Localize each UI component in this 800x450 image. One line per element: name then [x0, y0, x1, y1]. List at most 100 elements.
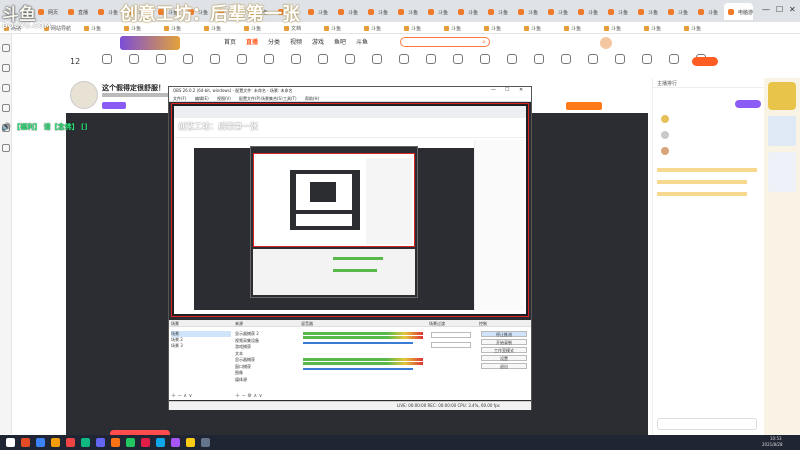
- avatar[interactable]: [600, 37, 612, 49]
- source-item[interactable]: 游戏捕获: [235, 344, 251, 350]
- rank-button[interactable]: [735, 100, 761, 108]
- bookmark-item[interactable]: 斗鱼: [164, 25, 181, 32]
- taskbar-app-icon[interactable]: [81, 438, 90, 447]
- category-item[interactable]: [607, 53, 633, 66]
- obs-menu-item[interactable]: 帮助(H): [305, 96, 319, 102]
- category-item[interactable]: [364, 53, 390, 66]
- category-item[interactable]: [472, 53, 498, 66]
- category-item[interactable]: [634, 53, 660, 66]
- browser-tab[interactable]: 电脑游戏直播: [724, 3, 753, 20]
- home-icon[interactable]: [2, 44, 10, 52]
- category-item[interactable]: [661, 53, 687, 66]
- chat-input[interactable]: [657, 418, 757, 430]
- follow-icon[interactable]: [2, 84, 10, 92]
- source-item[interactable]: 图像: [235, 370, 243, 376]
- category-item[interactable]: [526, 53, 552, 66]
- promo-card-2[interactable]: [768, 152, 796, 192]
- source-item[interactable]: 文本: [235, 351, 243, 357]
- activity-badge[interactable]: [768, 82, 796, 110]
- obs-control-button[interactable]: 开始录制: [481, 339, 527, 345]
- obs-close-icon[interactable]: ✕: [519, 87, 523, 93]
- bookmark-item[interactable]: 斗鱼: [324, 25, 341, 32]
- browser-tab[interactable]: 斗鱼: [364, 3, 393, 20]
- obs-menu-item[interactable]: 文件(F): [173, 96, 186, 102]
- taskbar-app-icon[interactable]: [126, 438, 135, 447]
- browser-tab[interactable]: 斗鱼: [544, 3, 573, 20]
- obs-menu-item[interactable]: 编辑(E): [195, 96, 209, 102]
- browser-tab[interactable]: 斗鱼: [604, 3, 633, 20]
- add-scene-icon[interactable]: ＋ − ∧ ∨: [171, 392, 192, 399]
- maximize-icon[interactable]: ☐: [776, 5, 783, 14]
- nav-item[interactable]: 直播: [246, 37, 258, 46]
- category-item[interactable]: [580, 53, 606, 66]
- nav-item[interactable]: 游戏: [312, 37, 324, 46]
- taskbar-app-icon[interactable]: [21, 438, 30, 447]
- source-item[interactable]: 显示器捕获: [235, 357, 255, 363]
- browser-tab[interactable]: 斗鱼: [694, 3, 723, 20]
- follow-button[interactable]: [566, 102, 602, 110]
- bookmark-item[interactable]: 斗鱼: [604, 25, 621, 32]
- category-icon[interactable]: [2, 104, 10, 112]
- minimize-icon[interactable]: —: [762, 5, 770, 14]
- source-item[interactable]: 媒体源: [235, 377, 247, 383]
- browser-tab[interactable]: 斗鱼: [304, 3, 333, 20]
- duration-input[interactable]: [431, 342, 471, 348]
- browser-tab[interactable]: 斗鱼: [514, 3, 543, 20]
- obs-menu-item[interactable]: 配置文件(P): [239, 96, 261, 102]
- category-item[interactable]: [148, 53, 174, 66]
- bookmark-item[interactable]: 斗鱼: [644, 25, 661, 32]
- obs-menu-item[interactable]: 场景集合(S): [261, 96, 283, 102]
- taskbar-app-icon[interactable]: [156, 438, 165, 447]
- live-icon[interactable]: [2, 64, 10, 72]
- streamer-avatar[interactable]: [70, 81, 98, 109]
- category-item[interactable]: [202, 53, 228, 66]
- obs-maximize-icon[interactable]: ☐: [505, 87, 509, 93]
- browser-tab[interactable]: 斗鱼: [634, 3, 663, 20]
- nav-item[interactable]: 视频: [290, 37, 302, 46]
- category-item[interactable]: [310, 53, 336, 66]
- bookmark-item[interactable]: 斗鱼: [684, 25, 701, 32]
- obs-control-button[interactable]: 设置: [481, 355, 527, 361]
- browser-tab[interactable]: 斗鱼: [394, 3, 423, 20]
- category-item[interactable]: [499, 53, 525, 66]
- taskbar-app-icon[interactable]: [171, 438, 180, 447]
- category-item[interactable]: [418, 53, 444, 66]
- taskbar-app-icon[interactable]: [96, 438, 105, 447]
- obs-control-button[interactable]: 退出: [481, 363, 527, 369]
- category-item[interactable]: [256, 53, 282, 66]
- source-item[interactable]: 显示器捕获 2: [235, 331, 259, 337]
- obs-menu-item[interactable]: 视图(V): [217, 96, 231, 102]
- bookmark-item[interactable]: 斗鱼: [124, 25, 141, 32]
- taskbar-app-icon[interactable]: [186, 438, 195, 447]
- promo-banner[interactable]: [120, 36, 180, 50]
- source-item[interactable]: 窗口捕获: [235, 364, 251, 370]
- nav-item[interactable]: 斗鱼: [356, 37, 368, 46]
- bookmark-item[interactable]: 斗鱼: [364, 25, 381, 32]
- browser-tab[interactable]: 斗鱼: [454, 3, 483, 20]
- taskbar-app-icon[interactable]: [201, 438, 210, 447]
- obs-control-button[interactable]: 停止推流: [481, 331, 527, 337]
- obs-control-button[interactable]: 工作室模式: [481, 347, 527, 353]
- source-item[interactable]: 视频采集设备: [235, 338, 259, 344]
- browser-tab[interactable]: 斗鱼: [334, 3, 363, 20]
- obs-preview[interactable]: 创意工坊：后辈第一张: [171, 103, 529, 317]
- category-item[interactable]: [283, 53, 309, 66]
- bookmark-item[interactable]: 斗鱼: [524, 25, 541, 32]
- close-icon[interactable]: ✕: [789, 5, 796, 14]
- browser-tab[interactable]: 斗鱼: [484, 3, 513, 20]
- browser-tab[interactable]: 斗鱼: [94, 3, 123, 20]
- bookmark-item[interactable]: 斗鱼: [484, 25, 501, 32]
- browser-tab[interactable]: 斗鱼: [664, 3, 693, 20]
- taskbar-app-icon[interactable]: [141, 438, 150, 447]
- browser-tab[interactable]: 斗鱼: [574, 3, 603, 20]
- category-item[interactable]: [337, 53, 363, 66]
- obs-menu-item[interactable]: 工具(T): [283, 96, 297, 102]
- taskbar-app-icon[interactable]: [36, 438, 45, 447]
- taskbar-app-icon[interactable]: [111, 438, 120, 447]
- obs-minimize-icon[interactable]: —: [491, 87, 496, 93]
- bookmark-item[interactable]: 文档: [284, 25, 301, 32]
- bookmark-item[interactable]: 斗鱼: [404, 25, 421, 32]
- promo-card-1[interactable]: [768, 116, 796, 146]
- search-icon[interactable]: ⌕: [482, 38, 486, 47]
- category-item[interactable]: [121, 53, 147, 66]
